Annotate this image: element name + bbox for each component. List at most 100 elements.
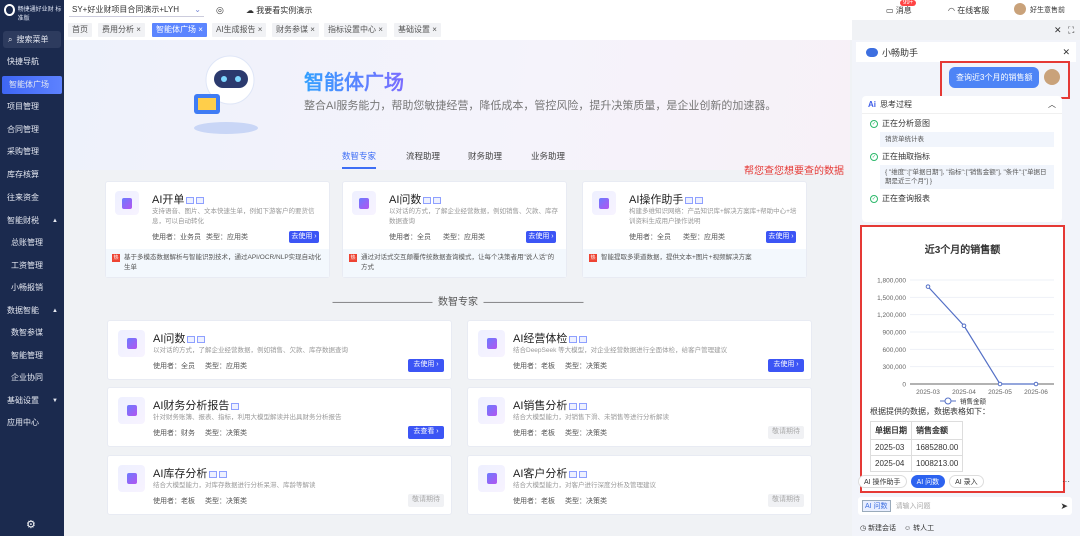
sidebar-item[interactable]: 数智参谋 xyxy=(0,324,64,342)
search-label: 搜索菜单 xyxy=(16,34,48,45)
data-point xyxy=(926,285,930,289)
chart-title: 近3个月的销售额 xyxy=(862,241,1063,256)
desktop-icon xyxy=(685,197,693,204)
hot-icon: 热 xyxy=(112,254,120,262)
think-step: ✓正在分析意图 xyxy=(870,118,1054,129)
sidebar-item-label: 总账管理 xyxy=(11,238,43,247)
table-cell: 2025-03 xyxy=(871,440,912,456)
chat-input[interactable]: AI 问数 请输入问题 ➤ xyxy=(858,497,1072,515)
card-type: 类型：决策类 xyxy=(205,428,247,438)
page-tab[interactable]: 基础设置 × xyxy=(394,23,441,37)
sidebar-item[interactable]: 智能财税▲ xyxy=(0,212,64,230)
page-tab[interactable]: 指标设置中心 × xyxy=(324,23,387,37)
sidebar-item[interactable]: 小畅报销 xyxy=(0,279,64,297)
close-icon[interactable]: ✕ xyxy=(1054,25,1062,36)
sidebar-item[interactable]: 总账管理 xyxy=(0,234,64,252)
section-title: —————————— 数智专家 —————————— xyxy=(66,293,850,308)
card-user: 使用者：全员 xyxy=(389,232,431,242)
online-service-button[interactable]: ◠ 在线客服 xyxy=(948,5,989,16)
page-tab[interactable]: 首页 xyxy=(68,23,92,37)
use-button[interactable]: 去使用 › xyxy=(768,359,804,372)
category-tab[interactable]: 业务助理 xyxy=(531,150,565,162)
chevron-up-icon[interactable]: ︿ xyxy=(1048,99,1056,110)
new-chat-label: 新建会话 xyxy=(868,525,896,532)
card-title: AI销售分析 xyxy=(513,400,567,412)
step-label: 正在分析意图 xyxy=(882,118,930,129)
category-tab[interactable]: 数智专家 xyxy=(342,150,376,169)
gear-icon[interactable]: ⚙ xyxy=(26,518,36,531)
card-type: 类型：决策类 xyxy=(565,361,607,371)
user-name[interactable]: 好生意售前 xyxy=(1030,5,1065,15)
mode-pill[interactable]: AI 录入 xyxy=(949,475,984,488)
sidebar-item[interactable]: 基础设置▼ xyxy=(0,392,64,410)
use-button[interactable]: 去使用 › xyxy=(526,231,556,243)
sidebar-item-label: 往来资金 xyxy=(7,193,39,202)
assistant-title: 小畅助手 xyxy=(882,46,918,59)
card-type: 类型：决策类 xyxy=(205,496,247,506)
use-button[interactable]: 去使用 › xyxy=(766,231,796,243)
x-tick-label: 2025-03 xyxy=(916,389,940,396)
table-header: 单据日期 xyxy=(871,422,912,440)
send-icon[interactable]: ➤ xyxy=(1060,501,1068,512)
sidebar-item[interactable]: 项目管理 xyxy=(0,98,64,116)
user-avatar[interactable] xyxy=(1014,3,1026,15)
category-tab[interactable]: 财务助理 xyxy=(468,150,502,162)
sidebar-item-label: 企业协同 xyxy=(11,373,43,382)
close-icon[interactable]: ✕ xyxy=(1062,47,1070,58)
use-button[interactable]: 去使用 › xyxy=(408,359,444,372)
sidebar-item[interactable]: 快捷导航 xyxy=(0,53,64,71)
card-title: AI问数 xyxy=(153,333,185,345)
use-button[interactable]: 去查看 › xyxy=(408,426,444,439)
input-placeholder: 请输入问题 xyxy=(896,501,931,511)
sidebar-item[interactable]: 往来资金 xyxy=(0,189,64,207)
mobile-icon xyxy=(433,197,441,204)
coming-soon-button: 敬请期待 xyxy=(768,426,804,439)
mobile-icon xyxy=(579,336,587,343)
card-type: 类型：应用类 xyxy=(443,232,485,242)
mode-pill[interactable]: AI 问数 xyxy=(911,475,946,488)
search-menu-button[interactable]: ⌕搜索菜单 xyxy=(3,31,61,48)
mobile-icon xyxy=(695,197,703,204)
card-user: 使用者：老板 xyxy=(513,361,555,371)
sidebar-item[interactable]: 智能体广场 xyxy=(2,76,62,94)
new-chat-button[interactable]: ◷ 新建会话 xyxy=(860,523,896,533)
sidebar-item[interactable]: 企业协同 xyxy=(0,369,64,387)
card-description: 构建多维知识网络：产品知识库+解决方案库+帮助中心+培训资料生成用户操作说明 xyxy=(629,207,801,227)
card-user: 使用者：老板 xyxy=(513,496,555,506)
page-tab[interactable]: 财务参谋 × xyxy=(272,23,319,37)
page-tab[interactable]: 智能体广场 × xyxy=(152,23,207,37)
fullscreen-icon[interactable]: ⛶ xyxy=(1068,25,1074,36)
sidebar-item[interactable]: 库存核算 xyxy=(0,166,64,184)
step-label: 正在抽取指标 xyxy=(882,151,930,162)
annotation-text: 帮您查您想要查的数据 xyxy=(744,162,844,177)
thinking-process: Ai思考过程︿ ✓正在分析意图销货单统计表✓正在抽取指标{ "维度":["单据日… xyxy=(862,96,1062,222)
card-type: 类型：应用类 xyxy=(205,361,247,371)
think-step: ✓正在抽取指标 xyxy=(870,151,1054,162)
chevron-down-icon: ⌄ xyxy=(194,3,201,17)
sidebar-item[interactable]: 应用中心 xyxy=(0,414,64,432)
sidebar-item-label: 合同管理 xyxy=(7,125,39,134)
demo-link[interactable]: ☁ 我要看实例演示 xyxy=(246,5,312,16)
page-tab[interactable]: 费用分析 × xyxy=(98,23,145,37)
sidebar-item[interactable]: 合同管理 xyxy=(0,121,64,139)
messages-button[interactable]: ▭ 消息 xyxy=(886,5,912,16)
sidebar-item-label: 快捷导航 xyxy=(7,57,39,66)
sidebar-item[interactable]: 数据智能▲ xyxy=(0,302,64,320)
sidebar-item[interactable]: 智能管理 xyxy=(0,347,64,365)
settings-icon[interactable]: ◎ xyxy=(216,5,224,16)
page-tab[interactable]: AI生成报告 × xyxy=(212,23,266,37)
card-footer-text: 智能提取多渠道数据，提供文本+图片+视频解决方案 xyxy=(601,254,752,261)
featured-card: AI开单 支持语音、图片、文本快速生单，例如下游客户的要货信息，可以自动转化 使… xyxy=(105,181,330,278)
card-description: 结合大模型能力，对销售下滑、未销售等进行分析解读 xyxy=(513,413,669,423)
more-icon[interactable]: ··· xyxy=(1062,477,1070,486)
sidebar-item[interactable]: 采购管理 xyxy=(0,143,64,161)
card-title: AI经营体检 xyxy=(513,333,567,345)
human-agent-button[interactable]: ☺ 转人工 xyxy=(904,523,934,533)
project-select[interactable]: SY+好业财项目合同演示+LYH⌄ xyxy=(69,3,204,17)
card-title: AI问数 xyxy=(389,194,421,206)
use-button[interactable]: 去使用 › xyxy=(289,231,319,243)
mode-pill[interactable]: AI 操作助手 xyxy=(858,475,907,488)
category-tab[interactable]: 流程助理 xyxy=(406,150,440,162)
sidebar-item[interactable]: 工资管理 xyxy=(0,257,64,275)
card-type: 类型：决策类 xyxy=(565,428,607,438)
